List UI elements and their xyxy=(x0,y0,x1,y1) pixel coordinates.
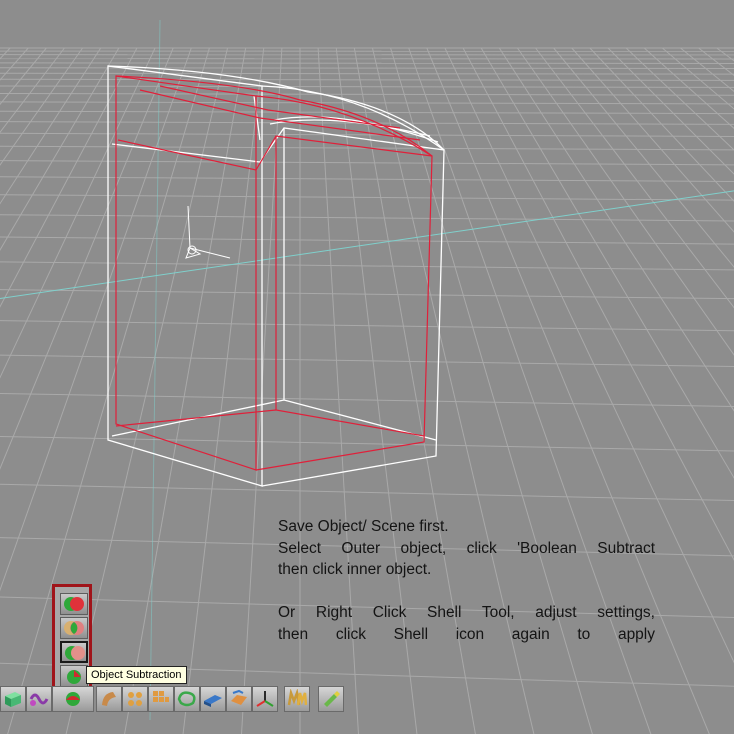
lathe-button[interactable] xyxy=(122,686,148,712)
boolean-union-button[interactable] xyxy=(60,593,88,615)
twist-deform-icon xyxy=(29,693,49,706)
object-subtraction-button[interactable] xyxy=(60,665,88,687)
boolean-union-icon xyxy=(64,597,84,611)
grid-array-button[interactable] xyxy=(148,686,174,712)
extrude-icon xyxy=(204,695,222,707)
instruction-line-5: then click Shell icon again to apply xyxy=(278,625,655,643)
instruction-spacer xyxy=(278,581,655,603)
boolean-intersect-icon xyxy=(64,621,84,635)
sweep-button[interactable] xyxy=(96,686,122,712)
axis-transform-button[interactable] xyxy=(252,686,278,712)
twist-deform-button[interactable] xyxy=(26,686,52,712)
3d-viewport[interactable]: Save Object/ Scene first. Select Outer o… xyxy=(0,0,734,734)
sweep-icon xyxy=(102,692,116,706)
instruction-line-3: then click inner object. xyxy=(278,561,432,578)
lathe-icon xyxy=(128,692,142,706)
cube-primitive-button[interactable] xyxy=(0,686,26,712)
tooltip: Object Subtraction xyxy=(86,666,187,684)
instruction-line-2: Select Outer object, click 'Boolean Subt… xyxy=(278,539,655,557)
boolean-tools-button[interactable] xyxy=(52,686,94,712)
extrude-button[interactable] xyxy=(200,686,226,712)
axis-transform-icon xyxy=(256,691,274,707)
magnet-modeling-icon xyxy=(287,689,307,706)
magnet-modeling-button[interactable] xyxy=(284,686,310,712)
modeling-toolbar xyxy=(0,686,350,712)
instruction-line-1: Save Object/ Scene first. xyxy=(278,518,449,535)
boolean-split-button[interactable] xyxy=(60,641,88,663)
grid-array-icon xyxy=(153,691,169,702)
bevel-button[interactable] xyxy=(226,686,252,712)
boolean-split-icon xyxy=(65,646,85,660)
instruction-text: Save Object/ Scene first. Select Outer o… xyxy=(278,516,655,645)
paint-tool-button[interactable] xyxy=(318,686,344,712)
boolean-tools-icon xyxy=(66,692,80,706)
cube-primitive-icon xyxy=(5,692,21,707)
boolean-intersect-button[interactable] xyxy=(60,617,88,639)
bevel-icon xyxy=(231,689,247,705)
paint-tool-icon xyxy=(324,691,340,707)
loft-icon xyxy=(177,691,196,707)
loft-button[interactable] xyxy=(174,686,200,712)
object-subtraction-icon xyxy=(67,670,81,684)
instruction-line-4: Or Right Click Shell Tool, adjust settin… xyxy=(278,604,655,621)
